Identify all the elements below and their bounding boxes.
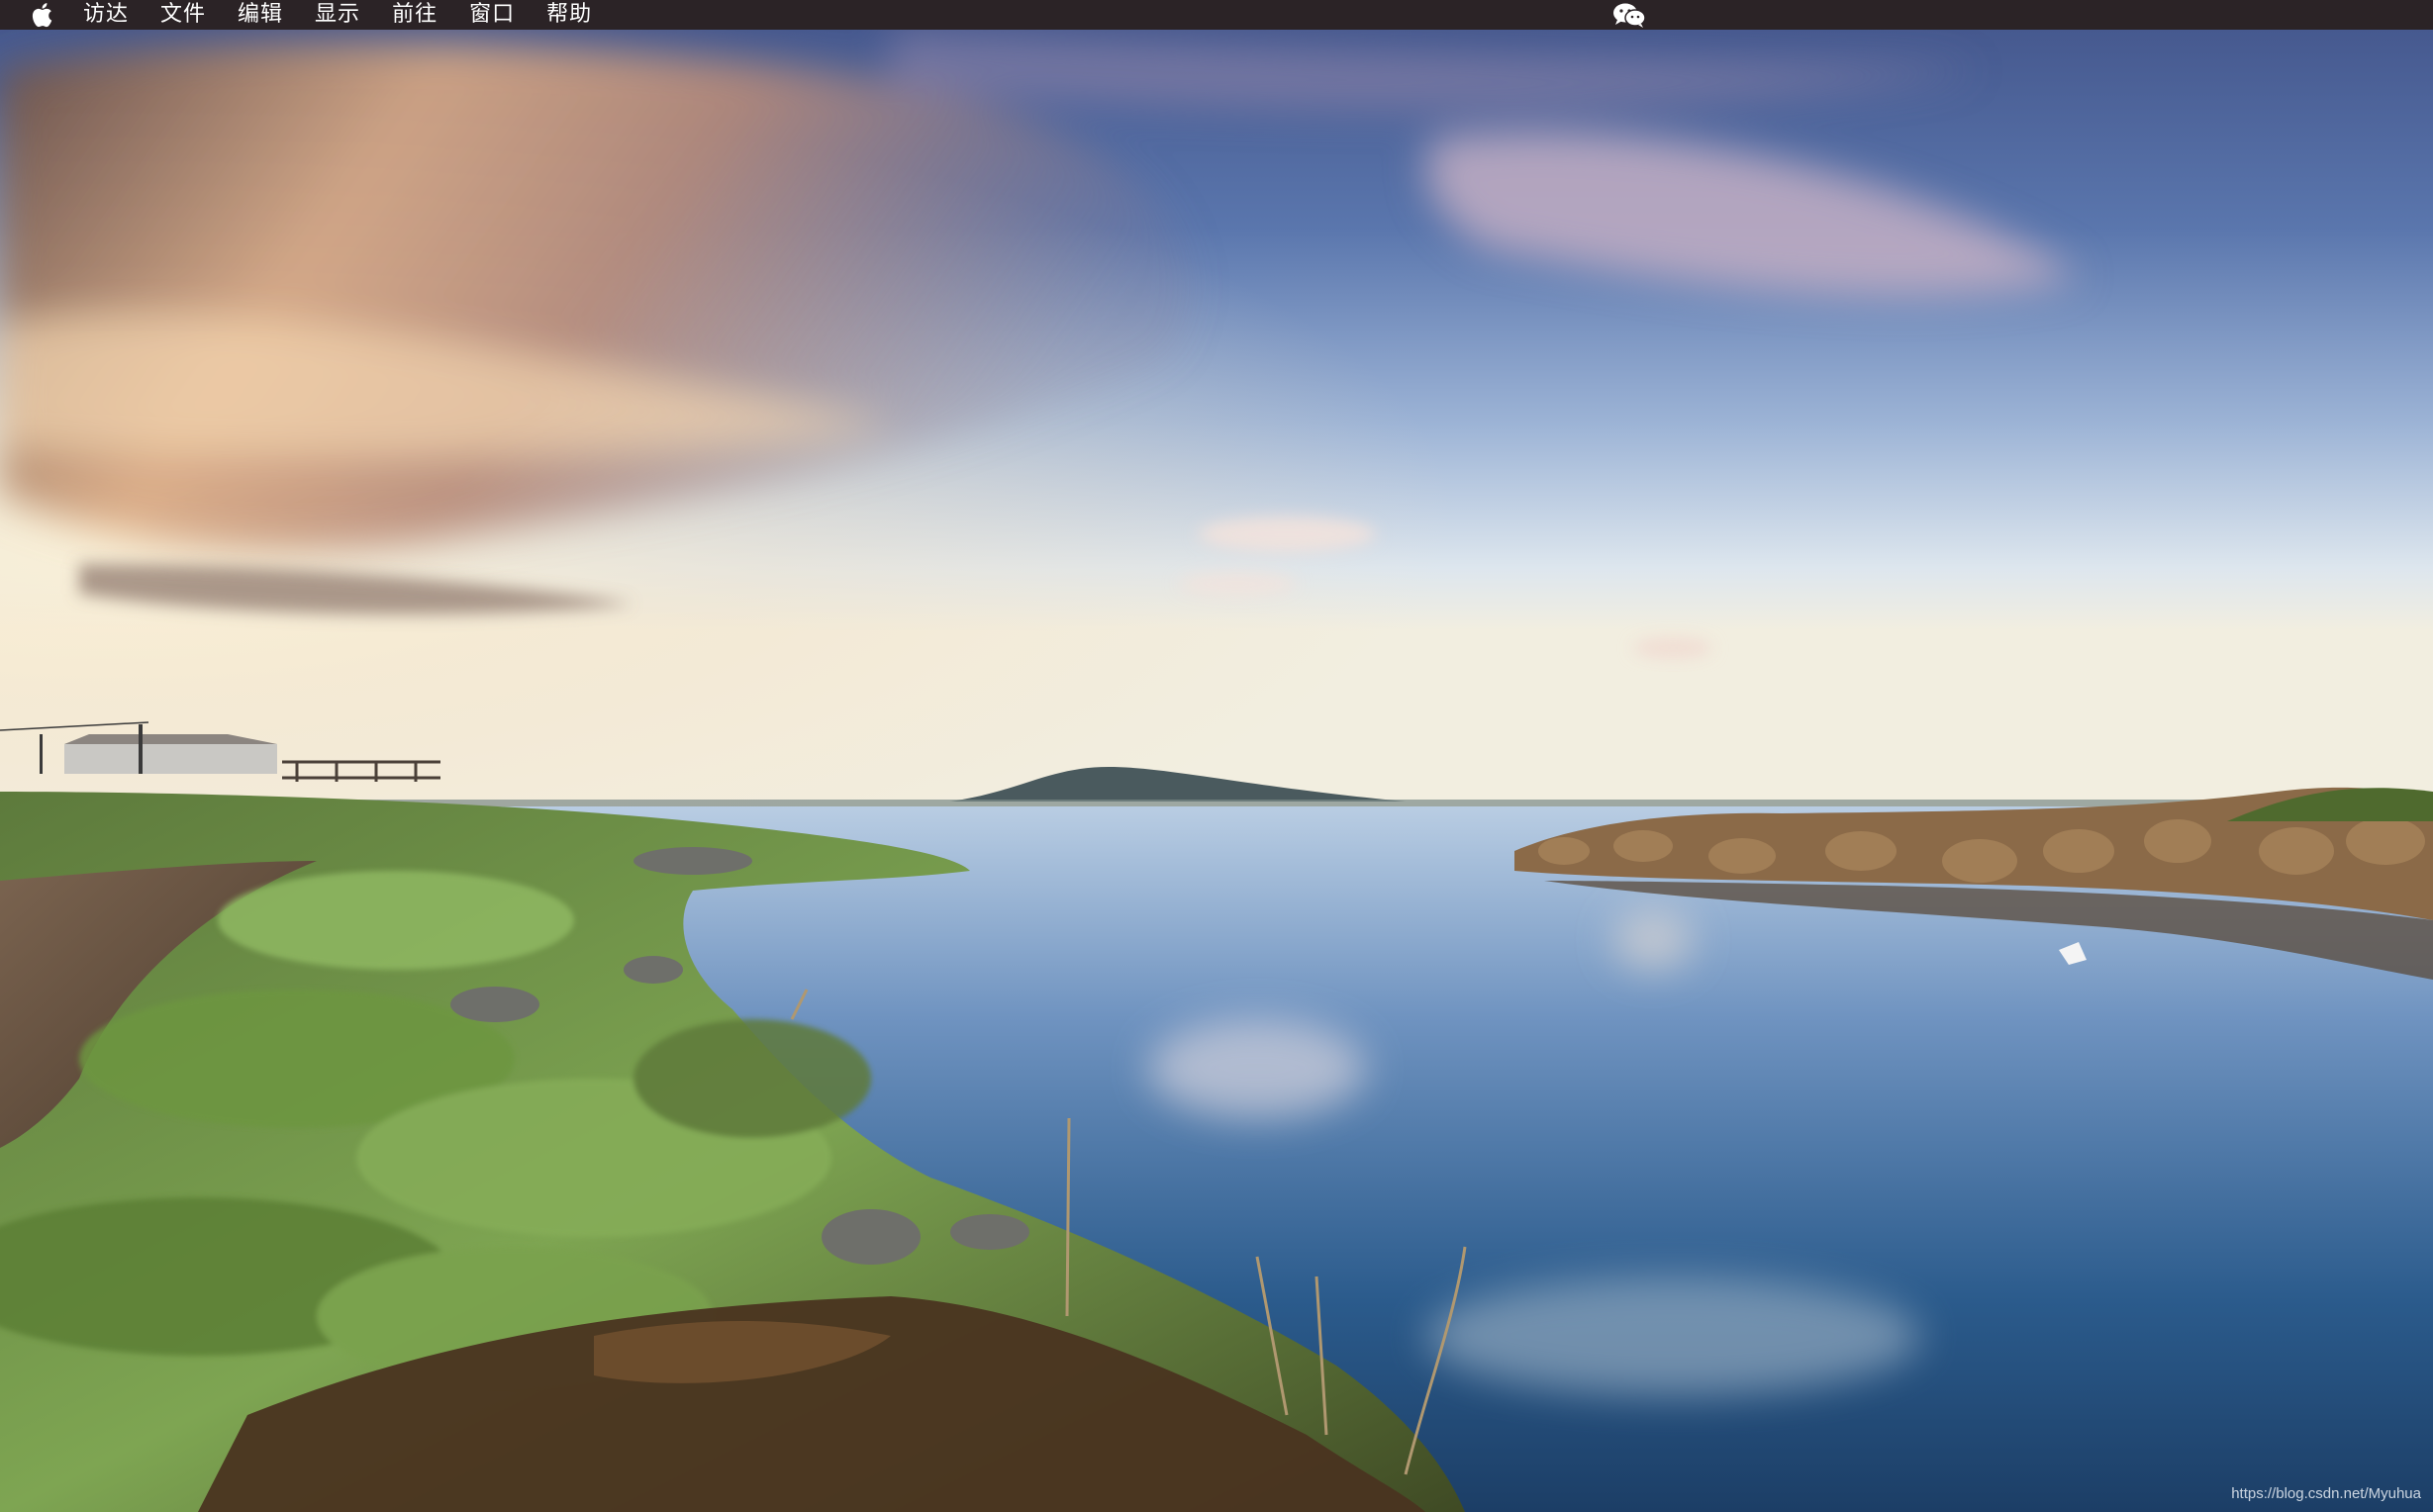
menu-bar: 访达 文件 编辑 显示 前往 窗口 帮助 (0, 0, 2433, 30)
menu-view[interactable]: 显示 (315, 0, 360, 30)
menu-edit[interactable]: 编辑 (238, 0, 283, 30)
apple-logo-icon[interactable] (28, 0, 55, 30)
wechat-icon[interactable] (1609, 0, 1649, 30)
menu-finder[interactable]: 访达 (83, 0, 129, 30)
desktop-screen: 访达 文件 编辑 显示 前往 窗口 帮助 https://blog.csdn.n… (0, 0, 2433, 1512)
menu-go[interactable]: 前往 (392, 0, 438, 30)
desktop-wallpaper (0, 30, 2433, 1512)
menu-window[interactable]: 窗口 (469, 0, 515, 30)
menu-file[interactable]: 文件 (160, 0, 206, 30)
menu-help[interactable]: 帮助 (546, 0, 592, 30)
watermark-text: https://blog.csdn.net/Myuhua (2231, 1485, 2421, 1502)
